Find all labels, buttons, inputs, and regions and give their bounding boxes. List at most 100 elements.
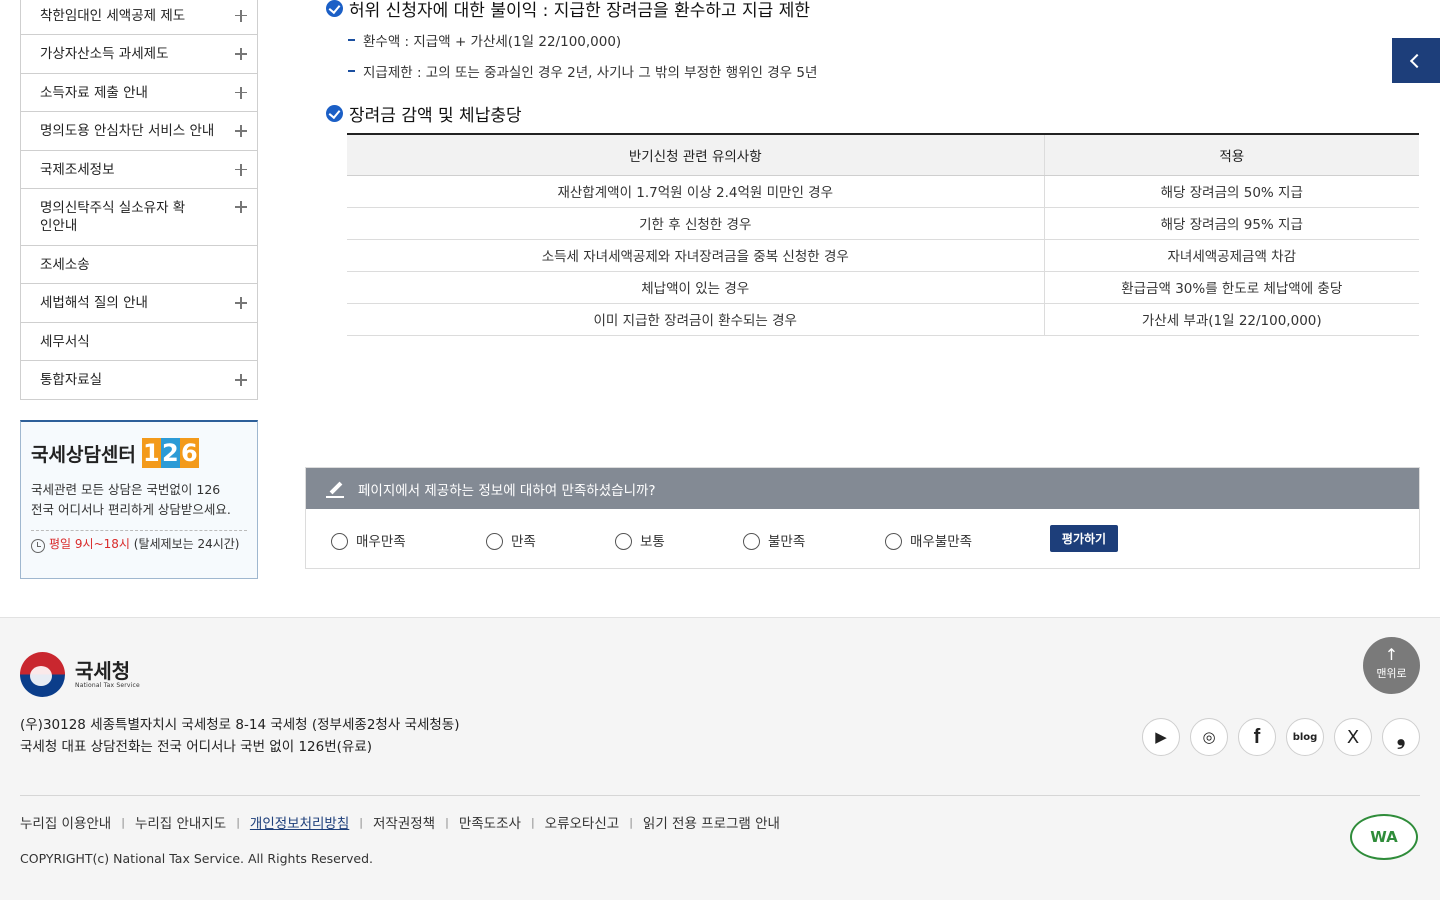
sidebar-item-resources[interactable]: 통합자료실 <box>21 360 257 399</box>
radio-button[interactable] <box>486 533 503 550</box>
satisfaction-survey: 페이지에서 제공하는 정보에 대하여 만족하셨습니까? 매우만족 만족 보통 불… <box>305 467 1420 569</box>
plus-icon[interactable] <box>235 297 247 309</box>
footer-link-copyright-policy[interactable]: 저작권정책 <box>373 812 435 832</box>
counsel-description: 국세관련 모든 상담은 국번없이 126 전국 어디서나 편리하게 상담받으세요… <box>31 480 247 520</box>
scroll-to-top-label: 맨위로 <box>1376 667 1407 680</box>
counsel-center-box: 국세상담센터 126 국세관련 모든 상담은 국번없이 126 전국 어디서나 … <box>20 420 258 579</box>
sidebar-item-label: 국제조세정보 <box>40 161 115 178</box>
radio-button[interactable] <box>331 533 348 550</box>
sidebar-item-label: 명의도용 안심차단 서비스 안내 <box>40 123 215 139</box>
plus-icon[interactable] <box>235 201 247 213</box>
radio-button[interactable] <box>743 533 760 550</box>
table-row: 이미 지급한 장려금이 환수되는 경우 가산세 부과(1일 22/100,000… <box>347 303 1419 336</box>
sidebar-item-tax-litigation[interactable]: 조세소송 <box>21 245 257 283</box>
sidebar-item-income-data[interactable]: 소득자료 제출 안내 <box>21 73 257 111</box>
sidebar-item-identity-theft[interactable]: 명의도용 안심차단 서비스 안내 <box>21 111 257 150</box>
plus-icon[interactable] <box>235 48 247 60</box>
arrow-up-icon: ↑ <box>1384 645 1399 664</box>
reduction-table: 반기신청 관련 유의사항 적용 재산합계액이 1.7억원 이상 2.4억원 미만… <box>347 133 1419 336</box>
footer-link-viewer-programs[interactable]: 읽기 전용 프로그램 안내 <box>643 812 780 832</box>
sidebar-item-label: 통합자료실 <box>40 372 103 388</box>
footer-link-privacy-policy[interactable]: 개인정보처리방침 <box>250 812 349 832</box>
side-panel-toggle-button[interactable] <box>1392 38 1440 83</box>
sidebar-item-good-landlord[interactable]: 착한임대인 세액공제 제도 <box>21 0 257 34</box>
separator: | <box>530 815 535 829</box>
sidebar-item-crypto-tax[interactable]: 가상자산소득 과세제도 <box>21 34 257 73</box>
footer-link-satisfaction-survey[interactable]: 만족도조사 <box>459 812 521 832</box>
counsel-title: 국세상담센터 126 <box>31 438 247 468</box>
submit-rating-button[interactable]: 평가하기 <box>1050 525 1118 552</box>
survey-option-satisfied[interactable]: 만족 <box>486 529 536 550</box>
sidebar-item-label: 착한임대인 세액공제 제도 <box>40 7 186 24</box>
separator: | <box>445 815 449 829</box>
instagram-icon[interactable]: ◎ <box>1190 718 1228 756</box>
table-cell: 재산합계액이 1.7억원 이상 2.4억원 미만인 경우 <box>347 175 1044 208</box>
table-header-row: 반기신청 관련 유의사항 적용 <box>347 133 1419 176</box>
table-cell: 해당 장려금의 95% 지급 <box>1043 207 1419 240</box>
wa-certification-mark-icon: WA <box>1350 814 1418 860</box>
survey-option-neutral[interactable]: 보통 <box>615 529 665 550</box>
section-heading-penalty: 허위 신청자에 대한 불이익 : 지급한 장려금을 환수하고 지급 제한 <box>326 0 810 21</box>
section-heading-text: 장려금 감액 및 체납충당 <box>349 106 522 126</box>
sidebar-item-label: 세법해석 질의 안내 <box>40 295 148 311</box>
social-links: ▶ ◎ f blog X ❟ <box>1142 718 1420 756</box>
nts-logo[interactable]: 국세청 National Tax Service <box>20 652 140 697</box>
survey-question: 페이지에서 제공하는 정보에 대하여 만족하셨습니까? <box>358 482 656 499</box>
x-icon[interactable]: X <box>1334 718 1372 756</box>
sidebar-item-label: 명의신탁주식 실소유자 확인안내 <box>40 200 186 234</box>
table-row: 재산합계액이 1.7억원 이상 2.4억원 미만인 경우 해당 장려금의 50%… <box>347 175 1419 208</box>
sidebar-item-label: 세무서식 <box>40 333 90 350</box>
table-cell: 해당 장려금의 50% 지급 <box>1043 175 1419 208</box>
footer-link-usage-guide[interactable]: 누리집 이용안내 <box>20 812 111 832</box>
survey-header: 페이지에서 제공하는 정보에 대하여 만족하셨습니까? <box>306 468 1419 509</box>
survey-option-very-dissatisfied[interactable]: 매우불만족 <box>885 529 972 550</box>
table-cell: 가산세 부과(1일 22/100,000) <box>1043 303 1419 336</box>
logo-text-en: National Tax Service <box>75 682 140 689</box>
youtube-icon[interactable]: ▶ <box>1142 718 1180 756</box>
address-text: (우)30128 세종특별자치시 국세청로 8-14 국세청 (정부세종2청사 … <box>20 717 460 733</box>
table-row: 소득세 자녀세액공제와 자녀장려금을 중복 신청한 경우 자녀세액공제금액 차감 <box>347 239 1419 272</box>
logo-text: 국세청 National Tax Service <box>75 660 140 689</box>
section-heading-text: 허위 신청자에 대한 불이익 : 지급한 장려금을 환수하고 지급 제한 <box>349 1 811 21</box>
post-icon[interactable]: ❟ <box>1382 718 1420 756</box>
check-icon <box>326 105 343 122</box>
sidebar-item-nominee-stock[interactable]: 명의신탁주식 실소유자 확인안내 <box>21 188 257 245</box>
survey-option-label: 매우만족 <box>356 533 406 550</box>
plus-icon[interactable] <box>235 9 247 22</box>
survey-option-label: 만족 <box>511 533 536 550</box>
counsel-desc-line: 전국 어디서나 편리하게 상담받으세요. <box>31 502 231 517</box>
list-item: 환수액 : 지급액 + 가산세(1일 22/100,000) <box>348 30 621 50</box>
table-row: 기한 후 신청한 경우 해당 장려금의 95% 지급 <box>347 207 1419 240</box>
copyright: COPYRIGHT(c) National Tax Service. All R… <box>20 851 373 866</box>
counsel-hours-text: 평일 9시~18시 <box>49 537 130 551</box>
radio-button[interactable] <box>615 533 632 550</box>
check-icon <box>326 0 343 17</box>
footer-link-sitemap[interactable]: 누리집 안내지도 <box>135 812 226 832</box>
survey-option-label: 매우불만족 <box>910 533 973 550</box>
plus-icon[interactable] <box>235 163 247 176</box>
sidebar-item-international-tax[interactable]: 국제조세정보 <box>21 150 257 188</box>
plus-icon[interactable] <box>235 86 247 99</box>
logo-text-ko: 국세청 <box>75 659 131 683</box>
survey-option-very-satisfied[interactable]: 매우만족 <box>331 529 406 550</box>
survey-option-dissatisfied[interactable]: 불만족 <box>743 529 805 550</box>
counsel-desc-line: 국세관련 모든 상담은 국번없이 126 <box>31 482 221 497</box>
scroll-to-top-button[interactable]: ↑ 맨위로 <box>1363 637 1420 694</box>
number-badge: 126 <box>141 438 199 468</box>
plus-icon[interactable] <box>235 125 247 137</box>
badge-digit-2: 2 <box>160 438 180 468</box>
table-cell: 이미 지급한 장려금이 환수되는 경우 <box>347 303 1044 336</box>
blog-icon[interactable]: blog <box>1286 718 1324 756</box>
sidebar-item-tax-law-inquiry[interactable]: 세법해석 질의 안내 <box>21 283 257 322</box>
radio-button[interactable] <box>885 533 902 550</box>
sidebar-item-tax-forms[interactable]: 세무서식 <box>21 322 257 360</box>
list-item-text: 지급제한 : 고의 또는 중과실인 경우 2년, 사기나 그 밖의 부정한 행위… <box>363 65 818 81</box>
facebook-icon[interactable]: f <box>1238 718 1276 756</box>
separator: | <box>121 815 125 829</box>
footer-link-error-report[interactable]: 오류오타신고 <box>545 812 620 832</box>
plus-icon[interactable] <box>235 374 247 386</box>
footer: 국세청 National Tax Service (우)30128 세종특별자치… <box>0 617 1440 900</box>
survey-options: 매우만족 만족 보통 불만족 매우불만족 평가하기 <box>306 509 1419 568</box>
badge-digit-1: 1 <box>141 438 161 468</box>
pencil-icon <box>326 480 344 498</box>
